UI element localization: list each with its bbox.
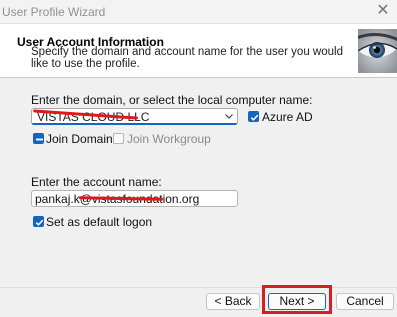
default-logon-checkbox[interactable] [33,216,44,227]
default-logon-label: Set as default logon [46,215,153,229]
checkmark-icon [250,114,259,121]
azure-ad-checkbox[interactable] [248,111,259,122]
next-highlight-box [262,285,332,314]
join-workgroup-checkbox[interactable] [113,133,124,144]
azure-ad-label: Azure AD [262,110,313,124]
wizard-header: User Account Information Specify the dom… [0,23,397,78]
join-domain-checkbox[interactable] [33,133,44,144]
eye-image [358,29,397,73]
indeterminate-icon [36,138,43,141]
domain-label: Enter the domain, or select the local co… [31,93,313,107]
back-button[interactable]: < Back [206,293,260,310]
title-bar: User Profile Wizard ✕ [0,0,397,23]
join-domain-label: Join Domain [46,132,113,146]
header-description: Specify the domain and account name for … [31,46,343,70]
checkmark-icon [35,219,44,226]
chevron-down-icon[interactable] [224,111,234,121]
account-name-label: Enter the account name: [31,175,162,189]
combobox-focus-underline [32,123,237,125]
cancel-button[interactable]: Cancel [336,293,394,310]
close-icon[interactable]: ✕ [373,2,393,20]
window-title: User Profile Wizard [2,5,106,19]
join-workgroup-label: Join Workgroup [127,132,211,146]
